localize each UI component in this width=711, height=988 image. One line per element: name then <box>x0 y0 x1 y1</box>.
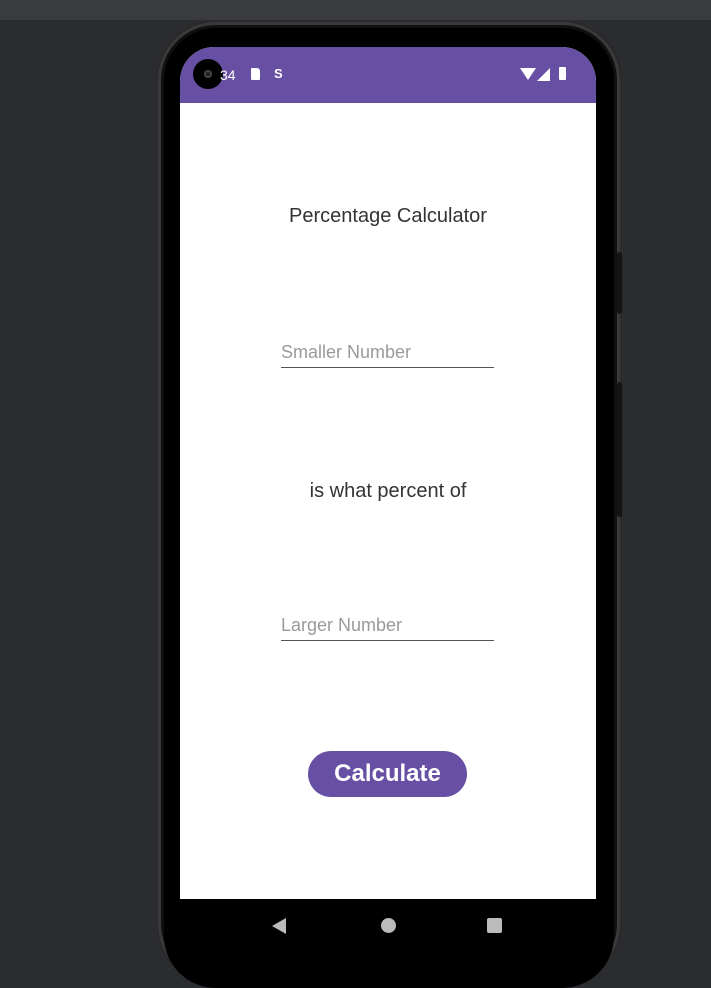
recents-icon[interactable] <box>487 918 502 933</box>
back-icon[interactable] <box>272 918 286 934</box>
middle-label: is what percent of <box>309 480 467 502</box>
page-title: Percentage Calculator <box>289 205 487 227</box>
volume-button[interactable] <box>617 382 622 517</box>
status-bar: 34 S <box>180 47 596 103</box>
wifi-icon <box>520 68 536 80</box>
home-icon[interactable] <box>381 918 396 933</box>
app-content: Percentage Calculator is what percent of… <box>180 103 596 899</box>
calculate-button[interactable]: Calculate <box>308 751 467 797</box>
emulator-top-bar <box>0 0 711 20</box>
larger-number-input[interactable] <box>281 610 494 641</box>
smaller-number-input[interactable] <box>281 337 494 368</box>
navigation-bar <box>180 899 596 967</box>
s-notification-icon: S <box>274 66 283 81</box>
phone-screen: 34 S Percentage Calculator is what perce… <box>180 47 596 967</box>
battery-icon <box>559 67 566 80</box>
camera-icon <box>193 59 223 89</box>
signal-icon <box>537 68 550 81</box>
status-time: 34 <box>220 67 236 83</box>
sd-card-icon <box>251 68 260 80</box>
power-button[interactable] <box>617 252 622 314</box>
